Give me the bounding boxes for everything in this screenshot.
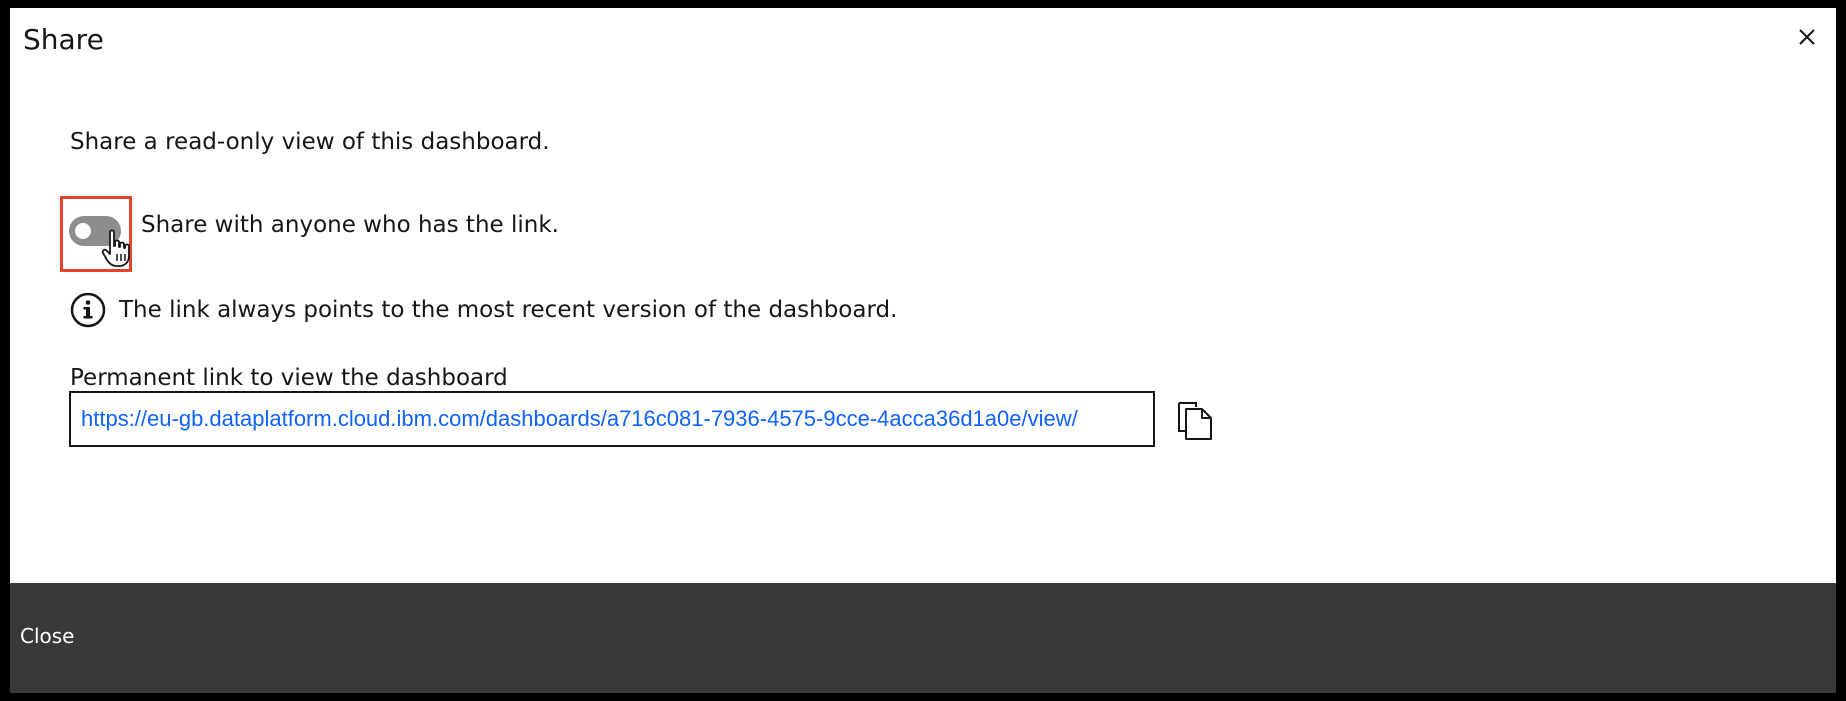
dialog-title: Share xyxy=(23,23,104,56)
dialog-footer: Close xyxy=(10,583,1836,693)
info-message: The link always points to the most recen… xyxy=(69,290,897,330)
hand-pointer-icon xyxy=(101,229,130,267)
copy-icon[interactable] xyxy=(1176,401,1214,441)
toggle-label: Share with anyone who has the link. xyxy=(141,212,559,238)
info-text: The link always points to the most recen… xyxy=(119,297,898,323)
share-dialog: Share Share a read-only view of this das… xyxy=(10,8,1836,693)
close-icon[interactable] xyxy=(1792,22,1822,52)
permanent-link-input[interactable] xyxy=(69,391,1155,447)
info-icon xyxy=(70,292,106,328)
share-description: Share a read-only view of this dashboard… xyxy=(70,129,550,155)
link-label: Permanent link to view the dashboard xyxy=(70,365,508,391)
toggle-knob xyxy=(75,223,91,239)
close-button[interactable]: Close xyxy=(20,618,74,654)
